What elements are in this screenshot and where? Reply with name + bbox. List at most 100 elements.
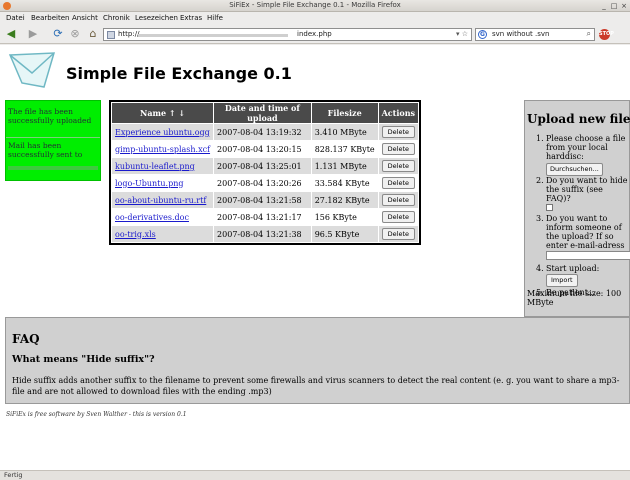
upload-step-4: 4. Start upload: Import — [536, 264, 629, 288]
file-size: 33.584 KByte — [311, 175, 378, 191]
status-messages: The file has been successfully uploaded … — [5, 100, 101, 181]
table-header-row: Name ↑ ↓ Date and time of upload Filesiz… — [112, 103, 418, 123]
hide-suffix-checkbox[interactable] — [546, 204, 553, 211]
delete-button[interactable]: Delete — [381, 126, 415, 138]
url-suffix: index.php — [297, 30, 332, 38]
faq-answer: Hide suffix adds another suffix to the f… — [12, 376, 620, 396]
file-table: Name ↑ ↓ Date and time of upload Filesiz… — [109, 100, 421, 245]
home-icon[interactable]: ⌂ — [86, 27, 100, 41]
footer-text: SiFiEx is free software by Sven Walther … — [6, 411, 187, 418]
upload-step-2: 2. Do you want to hide the suffix (see F… — [536, 176, 629, 211]
step-1-text: Please choose a file from your local har… — [546, 134, 626, 161]
file-link[interactable]: kubuntu-leaflet.png — [115, 162, 195, 171]
delete-button[interactable]: Delete — [381, 143, 415, 155]
menu-extras[interactable]: Extras — [180, 14, 202, 22]
menu-chronik[interactable]: Chronik — [103, 14, 130, 22]
forward-icon[interactable]: ▶ — [26, 27, 40, 41]
sifiex-logo — [8, 52, 56, 88]
page-favicon-icon — [107, 31, 115, 39]
menu-ansicht[interactable]: Ansicht — [72, 14, 98, 22]
file-link[interactable]: oo-derivatives.doc — [115, 213, 189, 222]
file-size: 3.410 MByte — [311, 124, 378, 140]
faq-question: What means "Hide suffix"? — [12, 354, 155, 365]
menu-bar: Datei Bearbeiten Ansicht Chronik Lesezei… — [0, 12, 630, 24]
url-redacted — [138, 34, 288, 37]
file-link[interactable]: gimp-ubuntu-splash.xcf — [115, 145, 210, 154]
upload-success-message: The file has been successfully uploaded — [8, 107, 92, 125]
window-titlebar: SiFiEx - Simple File Exchange 0.1 - Mozi… — [0, 0, 630, 12]
file-size: 828.137 KByte — [311, 141, 378, 157]
file-link[interactable]: oo-about-ubuntu-ru.rtf — [115, 196, 206, 205]
step-4-text: Start upload: — [546, 264, 600, 273]
upload-date: 2007-08-04 13:20:26 — [214, 175, 311, 191]
table-row: oo-derivatives.doc 2007-08-04 13:21:17 1… — [112, 209, 418, 225]
upload-date: 2007-08-04 13:25:01 — [214, 158, 311, 174]
url-dropdown-icon[interactable]: ▾ ☆ — [456, 30, 468, 38]
address-bar[interactable]: http:// index.php ▾ ☆ — [103, 28, 472, 41]
faq-heading: FAQ — [12, 332, 40, 346]
table-row: logo-Ubuntu.png 2007-08-04 13:20:26 33.5… — [112, 175, 418, 191]
page-content: Simple File Exchange 0.1 The file has be… — [0, 45, 630, 470]
file-link[interactable]: logo-Ubuntu.png — [115, 179, 184, 188]
status-text: Fertig — [4, 471, 23, 479]
upload-date: 2007-08-04 13:21:38 — [214, 226, 311, 242]
table-row: oo-about-ubuntu-ru.rtf 2007-08-04 13:21:… — [112, 192, 418, 208]
delete-button[interactable]: Delete — [381, 211, 415, 223]
file-size: 1.131 MByte — [311, 158, 378, 174]
max-file-size: Maximum file size: 100 MByte — [527, 289, 622, 307]
email-redacted — [8, 166, 98, 170]
step-3-text: Do you want to inform someone of the upl… — [546, 214, 625, 250]
upload-step-3: 3. Do you want to inform someone of the … — [536, 214, 630, 260]
menu-datei[interactable]: Datei — [6, 14, 25, 22]
file-size: 27.182 KByte — [311, 192, 378, 208]
maximize-button[interactable]: □ — [610, 2, 618, 10]
import-button[interactable]: Import — [546, 274, 578, 287]
search-box[interactable]: G svn without .svn ⌕ — [475, 28, 595, 41]
search-input[interactable]: svn without .svn — [492, 30, 549, 38]
reload-icon[interactable]: ⟳ — [51, 27, 65, 41]
delete-button[interactable]: Delete — [381, 228, 415, 240]
column-header-name[interactable]: Name ↑ ↓ — [112, 103, 214, 123]
stop-loading-icon[interactable]: ⊗ — [68, 27, 82, 41]
table-row: oo-trig.xls 2007-08-04 13:21:38 96.5 KBy… — [112, 226, 418, 242]
delete-button[interactable]: Delete — [381, 194, 415, 206]
page-title: Simple File Exchange 0.1 — [66, 64, 292, 83]
stop-sign-icon[interactable]: STOP — [599, 29, 614, 40]
upload-date: 2007-08-04 13:21:58 — [214, 192, 311, 208]
google-icon[interactable]: G — [478, 30, 487, 39]
table-row: Experience ubuntu.ogg 2007-08-04 13:19:3… — [112, 124, 418, 140]
upload-date: 2007-08-04 13:19:32 — [214, 124, 311, 140]
status-bar: Fertig — [0, 470, 630, 480]
file-size: 156 KByte — [311, 209, 378, 225]
email-field[interactable] — [546, 251, 630, 260]
faq-section: FAQ What means "Hide suffix"? Hide suffi… — [5, 317, 630, 404]
browse-button[interactable]: Durchsuchen... — [546, 163, 603, 176]
file-size: 96.5 KByte — [311, 226, 378, 242]
delete-button[interactable]: Delete — [381, 160, 415, 172]
file-link[interactable]: oo-trig.xls — [115, 230, 156, 239]
back-icon[interactable]: ◀ — [4, 27, 18, 41]
navigation-toolbar: ◀ ▶ ⟳ ⊗ ⌂ http:// index.php ▾ ☆ G svn wi… — [0, 24, 630, 44]
upload-date: 2007-08-04 13:21:17 — [214, 209, 311, 225]
search-icon[interactable]: ⌕ — [587, 29, 591, 39]
column-header-date: Date and time of upload — [214, 103, 311, 123]
delete-button[interactable]: Delete — [381, 177, 415, 189]
table-row: gimp-ubuntu-splash.xcf 2007-08-04 13:20:… — [112, 141, 418, 157]
upload-step-1: 1. Please choose a file from your local … — [536, 134, 629, 176]
message-divider — [6, 137, 100, 138]
url-prefix: http:// — [118, 30, 140, 38]
table-row: kubuntu-leaflet.png 2007-08-04 13:25:01 … — [112, 158, 418, 174]
column-header-actions: Actions — [378, 103, 418, 123]
menu-hilfe[interactable]: Hilfe — [207, 14, 223, 22]
file-link[interactable]: Experience ubuntu.ogg — [115, 128, 210, 137]
column-header-filesize: Filesize — [311, 103, 378, 123]
upload-heading: Upload new file — [527, 112, 630, 126]
minimize-button[interactable]: _ — [600, 2, 608, 10]
menu-bearbeiten[interactable]: Bearbeiten — [31, 14, 69, 22]
close-window-button[interactable]: × — [620, 2, 628, 10]
upload-panel: Upload new file 1. Please choose a file … — [524, 100, 630, 317]
menu-lesezeichen[interactable]: Lesezeichen — [135, 14, 178, 22]
step-2-text: Do you want to hide the suffix (see FAQ)… — [546, 176, 628, 203]
mail-sent-message: Mail has been successfully sent to — [8, 141, 83, 159]
window-title: SiFiEx - Simple File Exchange 0.1 - Mozi… — [229, 1, 401, 9]
